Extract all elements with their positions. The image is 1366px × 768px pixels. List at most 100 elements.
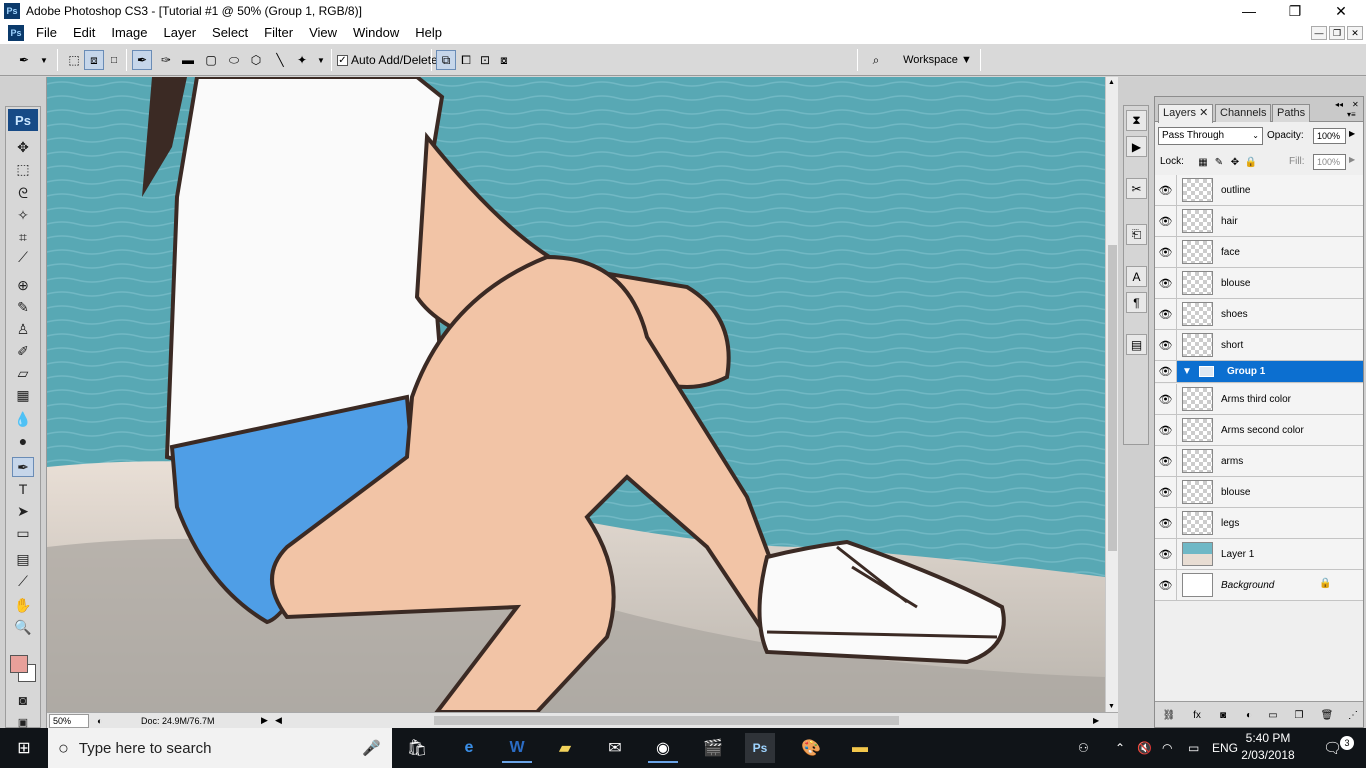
scroll-right-icon[interactable]: ▶ [1093, 716, 1099, 725]
path-selection-tool[interactable]: ➤ [12, 501, 34, 521]
history-brush-tool[interactable]: ✐ [12, 341, 34, 361]
document-canvas[interactable] [47, 77, 1105, 712]
tab-layers[interactable]: Layers ✕ [1158, 104, 1214, 123]
canvas-vertical-scrollbar[interactable]: ▲ ▼ [1105, 77, 1118, 712]
healing-brush-tool[interactable]: ⊕ [12, 275, 34, 295]
gradient-tool[interactable]: ▦ [12, 385, 34, 405]
eraser-tool[interactable]: ▱ [12, 363, 34, 383]
intersect-path-area-icon[interactable]: ⊡ [475, 50, 495, 70]
workspace-menu[interactable]: Workspace ▼ [900, 50, 975, 70]
scroll-down-icon[interactable]: ▼ [1108, 703, 1115, 710]
visibility-eye-icon[interactable]: 👁 [1155, 237, 1177, 267]
menu-edit[interactable]: Edit [65, 22, 103, 43]
taskbar-search-box[interactable]: ○ Type here to search 🎤 [48, 728, 392, 768]
history-panel-icon[interactable]: ⧗ [1126, 110, 1147, 131]
custom-shape-icon[interactable]: ✦ [292, 50, 312, 70]
menu-window[interactable]: Window [345, 22, 407, 43]
visibility-eye-icon[interactable]: 👁 [1155, 330, 1177, 360]
opacity-field[interactable]: 100% [1313, 128, 1346, 144]
dodge-tool[interactable]: ● [12, 431, 34, 451]
magic-wand-tool[interactable]: ✧ [12, 205, 34, 225]
show-hidden-icons-icon[interactable]: ⌃ [1115, 728, 1125, 768]
layer-row[interactable]: 👁 Layer 1 [1155, 539, 1363, 570]
minimize-button[interactable]: — [1226, 0, 1272, 22]
menu-layer[interactable]: Layer [156, 22, 205, 43]
pen-tool-preset-icon[interactable]: ✒ [14, 50, 34, 70]
pen-icon[interactable]: ✒ [132, 50, 152, 70]
clone-source-icon[interactable]: ⎗ [1126, 224, 1147, 245]
character-panel-icon[interactable]: A [1126, 266, 1147, 287]
zoom-level-field[interactable]: 50% [49, 713, 89, 728]
microphone-icon[interactable]: 🎤 [362, 739, 381, 757]
mail-icon[interactable]: ✉ [600, 733, 630, 763]
doc-minimize-icon[interactable]: — [1311, 26, 1327, 40]
fill-arrow-icon[interactable]: ▶ [1349, 155, 1355, 164]
store-icon[interactable]: 🛍 [402, 733, 432, 763]
maximize-button[interactable]: ❐ [1272, 0, 1318, 22]
visibility-eye-icon[interactable]: 👁 [1155, 384, 1177, 414]
group-expand-icon[interactable]: ▼ [1182, 366, 1192, 377]
status-info-icon[interactable]: ◐ [97, 716, 111, 726]
battery-icon[interactable]: ▭ [1188, 728, 1199, 768]
crop-tool[interactable]: ⌗ [12, 227, 34, 247]
ps-logo[interactable]: Ps [8, 109, 38, 131]
sticky-notes-icon[interactable]: ▰ [550, 733, 580, 763]
type-tool[interactable]: T [12, 479, 34, 499]
visibility-eye-icon[interactable]: 👁 [1155, 361, 1177, 382]
adjustment-layer-icon[interactable]: ◐ [1241, 708, 1257, 722]
menu-file[interactable]: File [28, 22, 65, 43]
tool-presets-icon[interactable]: ✂ [1126, 178, 1147, 199]
marquee-tool[interactable]: ⬚ [12, 159, 34, 179]
people-icon[interactable]: ⚇ [1078, 728, 1089, 768]
tab-paths[interactable]: Paths [1272, 104, 1311, 122]
quick-mask-icon[interactable]: ◙ [12, 690, 34, 710]
lock-transparency-icon[interactable]: ▦ [1197, 156, 1209, 168]
hand-tool[interactable]: ✋ [12, 595, 34, 615]
lock-all-icon[interactable]: 🔒 [1245, 156, 1257, 168]
add-to-path-area-icon[interactable]: ⧉ [436, 50, 456, 70]
freeform-pen-icon[interactable]: ✑ [156, 50, 176, 70]
lock-position-icon[interactable]: ✥ [1229, 156, 1241, 168]
new-group-icon[interactable]: ▭ [1265, 708, 1281, 722]
panel-close-icon[interactable]: ✕ [1352, 100, 1359, 109]
layer-comps-icon[interactable]: ▤ [1126, 334, 1147, 355]
layer-row[interactable]: 👁 short [1155, 330, 1363, 361]
close-button[interactable]: ✕ [1318, 0, 1364, 22]
word-icon[interactable]: W [502, 733, 532, 763]
shape-layers-icon[interactable]: ⬚ [64, 50, 84, 70]
brush-tool[interactable]: ✎ [12, 297, 34, 317]
actions-panel-icon[interactable]: ▶ [1126, 136, 1147, 157]
layer-row[interactable]: 👁 face [1155, 237, 1363, 268]
language-indicator[interactable]: ENG [1212, 728, 1238, 768]
layer-row[interactable]: 👁 outline [1155, 175, 1363, 206]
layer-row[interactable]: 👁 Background 🔒 [1155, 570, 1363, 601]
paint-icon[interactable]: 🎨 [796, 733, 826, 763]
shape-tool[interactable]: ▭ [12, 523, 34, 543]
panel-collapse-icon[interactable]: ◂◂ [1335, 100, 1343, 109]
doc-restore-icon[interactable]: ❐ [1329, 26, 1345, 40]
delete-layer-icon[interactable]: 🗑 [1319, 708, 1335, 722]
horizontal-scroll-thumb[interactable] [434, 716, 899, 725]
eyedropper-tool[interactable]: ⟋ [12, 571, 34, 591]
auto-add-delete-checkbox[interactable]: ✓ Auto Add/Delete [337, 50, 438, 70]
visibility-eye-icon[interactable]: 👁 [1155, 268, 1177, 298]
link-layers-icon[interactable]: ⛓ [1161, 708, 1177, 722]
taskbar-clock[interactable]: 5:40 PM 2/03/2018 [1238, 730, 1298, 764]
blend-mode-select[interactable]: Pass Through ⌄ [1158, 127, 1263, 145]
menu-image[interactable]: Image [103, 22, 155, 43]
chrome-icon[interactable]: ◉ [648, 733, 678, 763]
rounded-rectangle-icon[interactable]: ▢ [201, 50, 221, 70]
polygon-icon[interactable]: ⬡ [246, 50, 266, 70]
new-layer-icon[interactable]: ❐ [1291, 708, 1307, 722]
visibility-eye-icon[interactable]: 👁 [1155, 299, 1177, 329]
tab-channels[interactable]: Channels [1215, 104, 1272, 122]
wifi-icon[interactable]: ◠ [1162, 728, 1172, 768]
clone-stamp-tool[interactable]: ♙ [12, 319, 34, 339]
visibility-eye-icon[interactable]: 👁 [1155, 206, 1177, 236]
status-menu-arrow-icon[interactable]: ▶ [261, 715, 271, 726]
panel-resize-icon[interactable]: ⋰ [1345, 708, 1361, 722]
shape-dropdown-icon[interactable]: ▼ [316, 50, 326, 70]
photoshop-taskbar-icon[interactable]: Ps [745, 733, 775, 763]
fill-pixels-icon[interactable]: □ [104, 50, 124, 70]
layer-row[interactable]: 👁 Arms second color [1155, 415, 1363, 446]
